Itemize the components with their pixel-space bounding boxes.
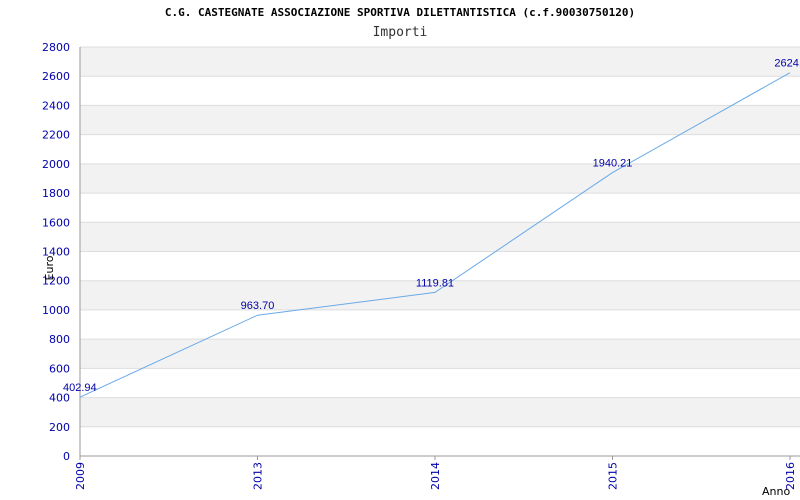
- y-tick-label: 1600: [42, 216, 70, 229]
- grid-band: [80, 163, 800, 194]
- x-ticks: 2009 2013 2014 2015 2016: [74, 456, 797, 490]
- y-tick-label: 1800: [42, 187, 70, 200]
- grid-band: [80, 397, 800, 427]
- y-tick-label: 600: [49, 362, 70, 375]
- y-axis-label: Euro: [43, 255, 56, 280]
- data-label: 1119.81: [416, 277, 454, 289]
- grid-band: [80, 47, 800, 77]
- x-tick-label: 2013: [252, 462, 265, 490]
- line-chart: 0200400600800100012001400160018002000220…: [42, 41, 800, 498]
- y-tick-label: 1000: [42, 304, 70, 317]
- data-label: 402.94: [63, 382, 97, 394]
- x-axis-label: Anno: [762, 485, 790, 498]
- y-tick-label: 800: [49, 333, 70, 346]
- y-tick-label: 2200: [42, 129, 70, 142]
- data-label: 963.70: [241, 300, 275, 312]
- grid-band: [80, 222, 800, 252]
- x-tick-label: 2009: [74, 462, 87, 490]
- grid-bands: [80, 47, 800, 427]
- y-tick-label: 2600: [42, 70, 70, 83]
- y-tick-label: 2000: [42, 158, 70, 171]
- y-ticks: 0200400600800100012001400160018002000220…: [42, 41, 70, 463]
- y-tick-label: 2800: [42, 41, 70, 54]
- data-label: 2624.3: [774, 58, 800, 70]
- data-label: 1940.21: [593, 158, 633, 170]
- y-tick-label: 2400: [42, 99, 70, 112]
- grid-band: [80, 105, 800, 135]
- x-tick-label: 2014: [429, 462, 442, 490]
- grid-band: [80, 339, 800, 369]
- y-tick-label: 200: [49, 421, 70, 434]
- y-tick-label: 0: [63, 450, 70, 463]
- x-tick-label: 2015: [607, 462, 620, 490]
